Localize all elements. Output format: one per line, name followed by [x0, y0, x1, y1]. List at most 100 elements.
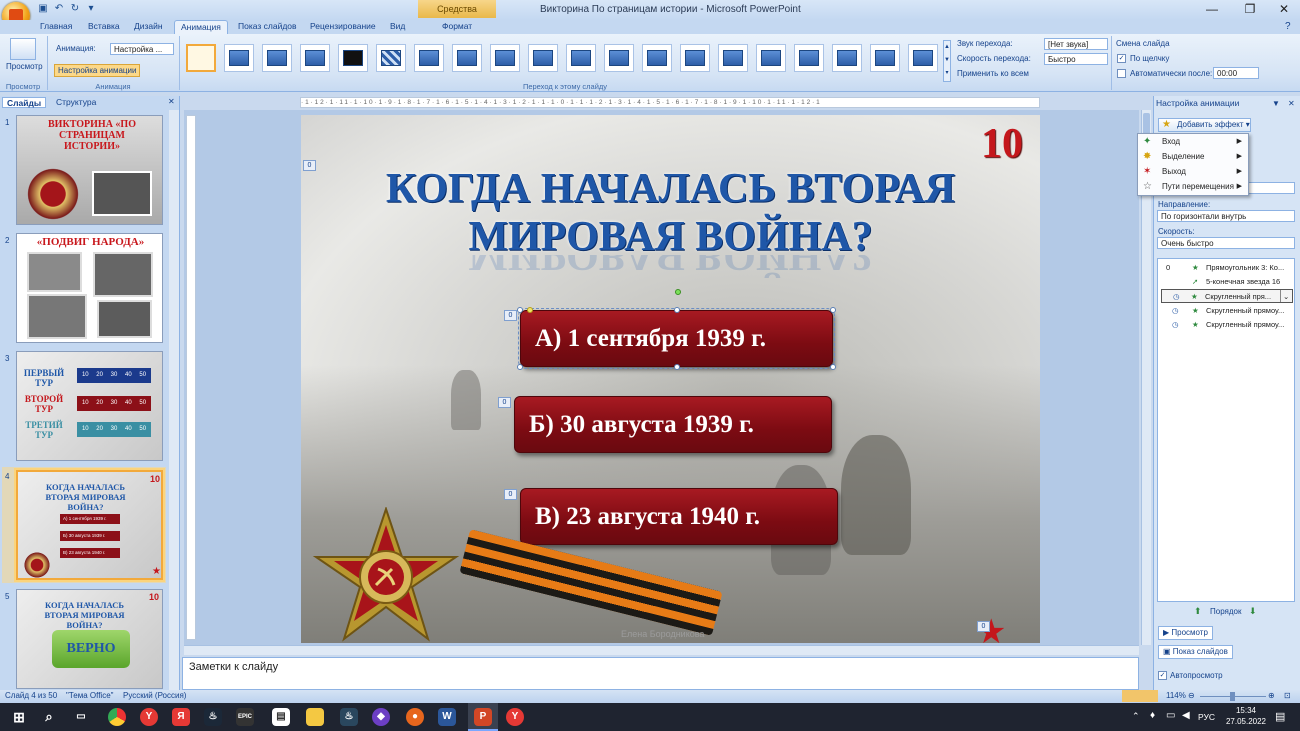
minimize-button[interactable]: —: [1196, 0, 1228, 18]
menu-item-entrance[interactable]: ✦ Вход ▶: [1138, 134, 1248, 149]
yandex-browser-icon[interactable]: Y: [506, 708, 524, 726]
animation-select[interactable]: Настройка ...: [110, 43, 174, 55]
powerpoint-icon[interactable]: P: [474, 708, 492, 726]
on-click-checkbox[interactable]: ✓: [1117, 54, 1126, 63]
clock-date[interactable]: 27.05.2022: [1222, 717, 1270, 726]
yandex-browser-icon[interactable]: Y: [140, 708, 158, 726]
tray-expand-icon[interactable]: ⌃: [1132, 711, 1140, 722]
transition-option[interactable]: [832, 44, 862, 72]
undo-icon[interactable]: ↶: [52, 3, 66, 17]
animation-tag[interactable]: 0: [498, 397, 511, 408]
slide-thumbnail-5[interactable]: КОГДА НАЧАЛАСЬ ВТОРАЯ МИРОВАЯ ВОЙНА? 10 …: [16, 589, 163, 689]
slideshow-button[interactable]: ▣ Показ слайдов: [1158, 645, 1233, 659]
animation-tag[interactable]: 0: [977, 621, 990, 632]
menu-item-emphasis[interactable]: ✸ Выделение ▶: [1138, 149, 1248, 164]
tab-outline[interactable]: Структура: [52, 97, 100, 108]
transition-option[interactable]: [490, 44, 520, 72]
move-down-icon[interactable]: ⬇: [1249, 606, 1257, 617]
horizontal-scrollbar[interactable]: [184, 645, 1139, 655]
slide-thumbnail-3[interactable]: ПЕРВЫЙ ТУР ВТОРОЙ ТУР ТРЕТИЙ ТУР 10 20 3…: [16, 351, 163, 461]
transition-option[interactable]: [452, 44, 482, 72]
sound-select[interactable]: [Нет звука]: [1044, 38, 1108, 50]
apply-all-button[interactable]: Применить ко всем: [957, 69, 1029, 78]
transition-option[interactable]: [338, 44, 368, 72]
search-icon[interactable]: ⌕: [40, 708, 58, 726]
transition-none[interactable]: [186, 44, 216, 72]
animation-tag[interactable]: 0: [504, 489, 517, 500]
task-view-icon[interactable]: ▭: [72, 708, 90, 726]
menu-item-exit[interactable]: ✶ Выход ▶: [1138, 164, 1248, 179]
slide-thumbnail-2[interactable]: «ПОДВИГ НАРОДА»: [16, 233, 163, 343]
animation-tag[interactable]: 0: [504, 310, 517, 321]
selection-handle[interactable]: [830, 364, 836, 370]
transition-option[interactable]: [604, 44, 634, 72]
zoom-in-icon[interactable]: ⊕: [1268, 691, 1275, 700]
selection-handle[interactable]: [674, 307, 680, 313]
chrome-icon[interactable]: [108, 708, 126, 726]
tab-slides[interactable]: Слайды: [2, 97, 47, 108]
transition-option[interactable]: [794, 44, 824, 72]
points-label[interactable]: 10: [981, 120, 1023, 168]
transition-option[interactable]: [262, 44, 292, 72]
transition-option[interactable]: [680, 44, 710, 72]
menu-item-motion-paths[interactable]: ☆ Пути перемещения ▶: [1138, 179, 1248, 194]
preview-button[interactable]: Просмотр: [6, 62, 43, 71]
list-item[interactable]: ➚ 5-конечная звезда 16: [1158, 275, 1294, 289]
tab-animation[interactable]: Анимация: [174, 20, 228, 34]
gallery-scroll-icon[interactable]: ▲ ▼ ▾: [943, 40, 951, 82]
answer-a-button[interactable]: А) 1 сентября 1939 г.: [518, 308, 835, 369]
zoom-out-icon[interactable]: ⊖: [1188, 691, 1195, 700]
maximize-button[interactable]: ❐: [1234, 0, 1266, 18]
fit-window-icon[interactable]: ⊡: [1284, 691, 1291, 700]
preview-icon[interactable]: [10, 38, 36, 60]
add-effect-button[interactable]: ★ Добавить эффект ▾: [1158, 118, 1251, 132]
tab-slideshow[interactable]: Показ слайдов: [232, 20, 303, 34]
qat-dropdown-icon[interactable]: ▾: [84, 3, 98, 17]
tab-review[interactable]: Рецензирование: [304, 20, 382, 34]
file-icon[interactable]: ▤: [272, 708, 290, 726]
close-icon[interactable]: ✕: [168, 97, 175, 106]
selection-handle[interactable]: [517, 364, 523, 370]
help-icon[interactable]: ?: [1285, 21, 1291, 32]
close-icon[interactable]: ✕: [1288, 99, 1295, 108]
list-item[interactable]: ◷ ★ Скругленный прямоу...: [1158, 304, 1294, 318]
transition-option[interactable]: [566, 44, 596, 72]
chevron-down-icon[interactable]: ⌄: [1280, 290, 1289, 302]
notifications-icon[interactable]: ▤: [1275, 710, 1285, 723]
animation-tag[interactable]: 0: [303, 160, 316, 171]
list-item[interactable]: 0 ★ Прямоугольник 3: Ко...: [1158, 261, 1294, 275]
clock-time[interactable]: 15:34: [1226, 706, 1266, 715]
close-button[interactable]: ✕: [1268, 0, 1300, 18]
mic-icon[interactable]: ♦: [1150, 710, 1155, 721]
tab-insert[interactable]: Вставка: [82, 20, 126, 34]
network-icon[interactable]: ▭: [1166, 710, 1175, 721]
yandex-icon[interactable]: Я: [172, 708, 190, 726]
redo-icon[interactable]: ↻: [68, 3, 82, 17]
word-icon[interactable]: W: [438, 708, 456, 726]
transition-option[interactable]: [756, 44, 786, 72]
pane-menu-icon[interactable]: ▼: [1272, 99, 1280, 108]
transition-option[interactable]: [642, 44, 672, 72]
auto-time-input[interactable]: 00:00: [1213, 67, 1259, 79]
tab-format[interactable]: Формат: [436, 20, 478, 34]
zoom-level[interactable]: 114%: [1166, 691, 1186, 700]
custom-animation-button[interactable]: Настройка анимации: [54, 64, 141, 77]
steam-icon[interactable]: ♨: [204, 708, 222, 726]
adjust-handle[interactable]: [527, 307, 533, 313]
selection-handle[interactable]: [830, 307, 836, 313]
round-cells[interactable]: 10 20 30 40 50: [77, 368, 151, 383]
steam-client-icon[interactable]: ♨: [340, 708, 358, 726]
slide-thumbnail-4[interactable]: КОГДА НАЧАЛАСЬ ВТОРАЯ МИРОВАЯ ВОЙНА? 10 …: [16, 470, 163, 580]
slide-title[interactable]: КОГДА НАЧАЛАСЬ ВТОРАЯ МИРОВАЯ ВОЙНА?: [301, 165, 1040, 261]
autopreview-checkbox[interactable]: ✓: [1158, 671, 1167, 680]
round-cells[interactable]: 10 20 30 40 50: [77, 422, 151, 437]
list-item[interactable]: ◷ ★ Скругленный пря... ⌄: [1161, 289, 1293, 303]
selection-handle[interactable]: [517, 307, 523, 313]
move-up-icon[interactable]: ⬆: [1194, 606, 1202, 617]
windows-start-icon[interactable]: ⊞: [10, 708, 28, 726]
slide-canvas[interactable]: КОГДА НАЧАЛАСЬ ВТОРАЯ МИРОВАЯ ВОЙНА? МИР…: [301, 115, 1040, 643]
view-buttons[interactable]: [1122, 690, 1158, 702]
transition-option[interactable]: [718, 44, 748, 72]
speed-select[interactable]: Быстро: [1044, 53, 1108, 65]
rotation-handle[interactable]: [675, 289, 681, 295]
